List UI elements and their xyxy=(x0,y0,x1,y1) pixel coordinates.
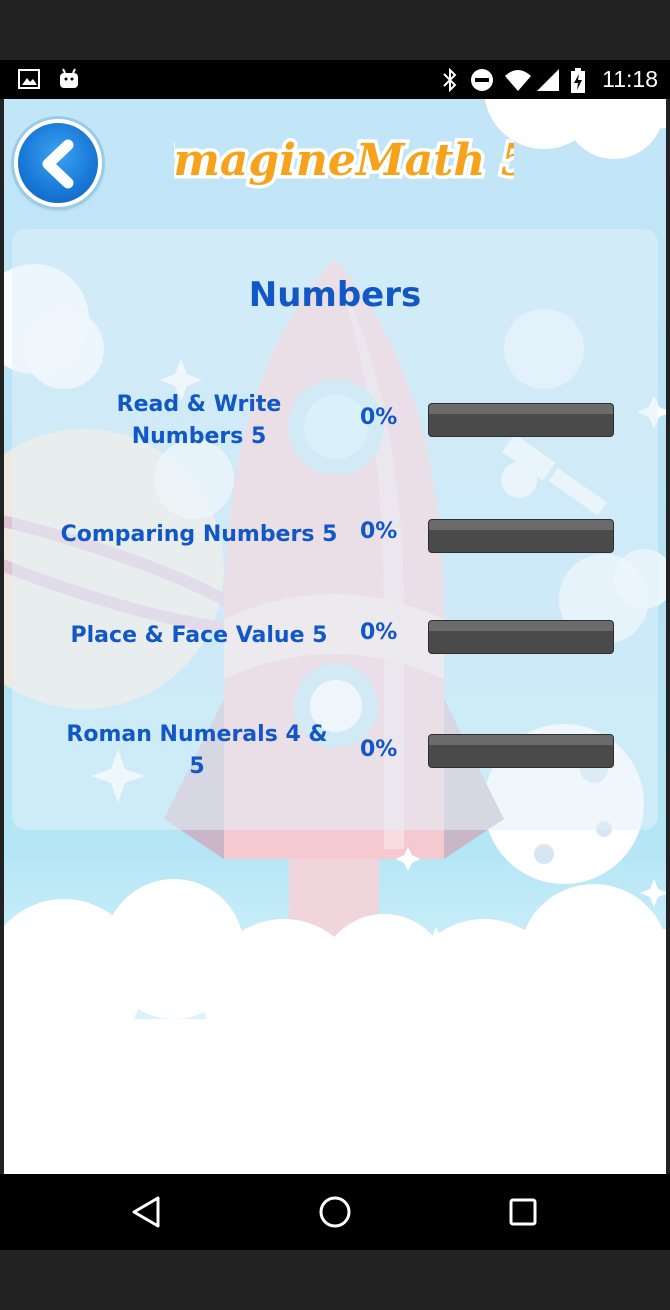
home-circle-icon[interactable] xyxy=(318,1194,352,1230)
recents-square-icon[interactable] xyxy=(508,1194,538,1230)
top-black-area xyxy=(0,0,670,60)
topic-label: Place & Face Value 5 xyxy=(70,623,328,648)
android-icon xyxy=(60,68,78,88)
app-logo: imagineMath 5 xyxy=(174,132,514,190)
topic-percent: 0% xyxy=(360,405,398,430)
topic-progress-bar xyxy=(428,519,614,553)
back-button[interactable] xyxy=(14,119,102,207)
topic-percent: 0% xyxy=(360,519,398,544)
topic-percent: 0% xyxy=(360,620,398,645)
image-icon xyxy=(18,69,40,89)
topic-progress-bar xyxy=(428,403,614,437)
bottom-black-area xyxy=(0,1250,670,1310)
do-not-disturb-icon xyxy=(471,69,493,91)
topic-progress-bar xyxy=(428,734,614,768)
topic-label: Comparing Numbers 5 xyxy=(60,522,338,547)
topic-progress-bar xyxy=(428,620,614,654)
status-bar: 11:18 xyxy=(0,60,670,99)
topic-label: Read & Write Numbers 5 xyxy=(116,392,282,449)
navigation-bar xyxy=(0,1174,670,1250)
back-triangle-icon[interactable] xyxy=(130,1194,162,1230)
clock: 11:18 xyxy=(602,66,658,92)
chevron-left-icon xyxy=(42,139,74,189)
app-screen: imagineMath 5 Numbers Read & Write Numbe… xyxy=(4,99,666,1174)
battery-charging-icon xyxy=(571,68,585,93)
wifi-icon xyxy=(505,70,531,91)
bluetooth-icon xyxy=(443,68,457,92)
topic-label: Roman Numerals 4 & 5 xyxy=(66,722,328,779)
app-title: imagineMath 5 xyxy=(174,135,514,186)
section-title: Numbers xyxy=(248,275,422,315)
signal-icon xyxy=(537,69,559,91)
topic-percent: 0% xyxy=(360,737,398,762)
